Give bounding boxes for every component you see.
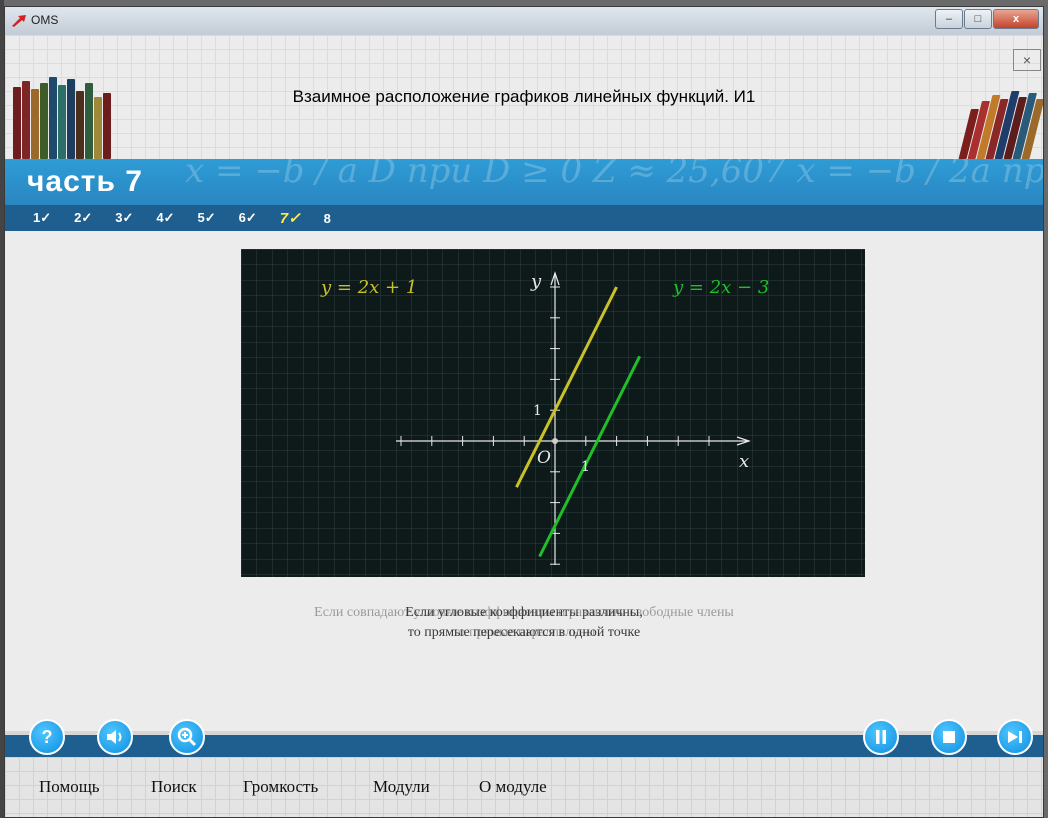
menu-volume[interactable]: Громкость [243, 777, 318, 797]
equation-label-1: y = 2x + 1 [320, 277, 417, 298]
step-6[interactable]: 6✓ [239, 210, 257, 226]
banner-formulas-decoration: x = −b / a D при D ≥ 0 Z ≈ 25,607 x = −b… [185, 159, 1043, 191]
help-button[interactable]: ? [29, 719, 65, 755]
graph-board: y = 2x + 1 y = 2x − 3 y x O 1 1 [241, 249, 865, 577]
title-bar: OMS – □ x [5, 7, 1043, 36]
stop-button[interactable] [931, 719, 967, 755]
caption-current-line-1: Если угловые коэффициенты различны, [405, 605, 643, 620]
volume-button[interactable] [97, 719, 133, 755]
minimize-button[interactable]: – [935, 9, 963, 29]
maximize-button[interactable]: □ [964, 9, 992, 29]
explanation-caption: Если совпадают угловые коэффициенты и ра… [5, 603, 1043, 643]
pause-button[interactable] [863, 719, 899, 755]
bottom-menu: Помощь Поиск Громкость Модули О модуле [5, 757, 1043, 817]
equation-label-2: y = 2x − 3 [672, 277, 769, 298]
module-title: Взаимное расположение графиков линейных … [292, 87, 756, 106]
window-title: OMS [31, 13, 59, 27]
step-7-current[interactable]: 7✓ [280, 209, 301, 227]
step-4[interactable]: 4✓ [156, 210, 174, 226]
origin-point [552, 438, 558, 444]
app-logo-icon [12, 15, 26, 27]
steps-navigation: 1✓ 2✓ 3✓ 4✓ 5✓ 6✓ 7✓ 8 [5, 205, 1043, 231]
step-5[interactable]: 5✓ [198, 210, 216, 226]
module-header: Взаимное расположение графиков линейных … [5, 35, 1043, 159]
x-axis-label: x [739, 451, 749, 472]
help-icon: ? [41, 726, 53, 747]
y-tick-label-1: 1 [533, 403, 542, 419]
menu-search[interactable]: Поиск [151, 777, 197, 797]
part-label: часть 7 [27, 165, 143, 198]
step-2[interactable]: 2✓ [74, 210, 92, 226]
menu-about-module[interactable]: О модуле [479, 777, 547, 797]
volume-icon [107, 730, 122, 744]
app-window: OMS – □ x Взаимное расположение графиков… [4, 6, 1044, 818]
y-axis-label: y [530, 271, 542, 292]
caption-current-line-2: то прямые пересекаются в одной точке [407, 625, 641, 640]
step-8[interactable]: 8 [324, 211, 331, 226]
zoom-in-icon [177, 727, 197, 747]
lesson-content: y = 2x + 1 y = 2x − 3 y x O 1 1 Если сов… [5, 231, 1043, 731]
pause-icon [876, 730, 886, 744]
step-1[interactable]: 1✓ [33, 210, 51, 226]
menu-modules[interactable]: Модули [373, 777, 430, 797]
origin-label: O [537, 448, 551, 468]
skip-next-icon [1008, 731, 1022, 743]
stop-icon [943, 731, 955, 743]
zoom-button[interactable] [169, 719, 205, 755]
part-banner: x = −b / a D при D ≥ 0 Z ≈ 25,607 x = −b… [5, 159, 1043, 205]
x-tick-label-1: 1 [581, 459, 590, 475]
panel-close-icon[interactable]: × [1013, 49, 1041, 71]
menu-help[interactable]: Помощь [39, 777, 100, 797]
close-button[interactable]: x [993, 9, 1039, 29]
next-button[interactable] [997, 719, 1033, 755]
step-3[interactable]: 3✓ [115, 210, 133, 226]
window-controls: – □ x [934, 9, 1039, 29]
